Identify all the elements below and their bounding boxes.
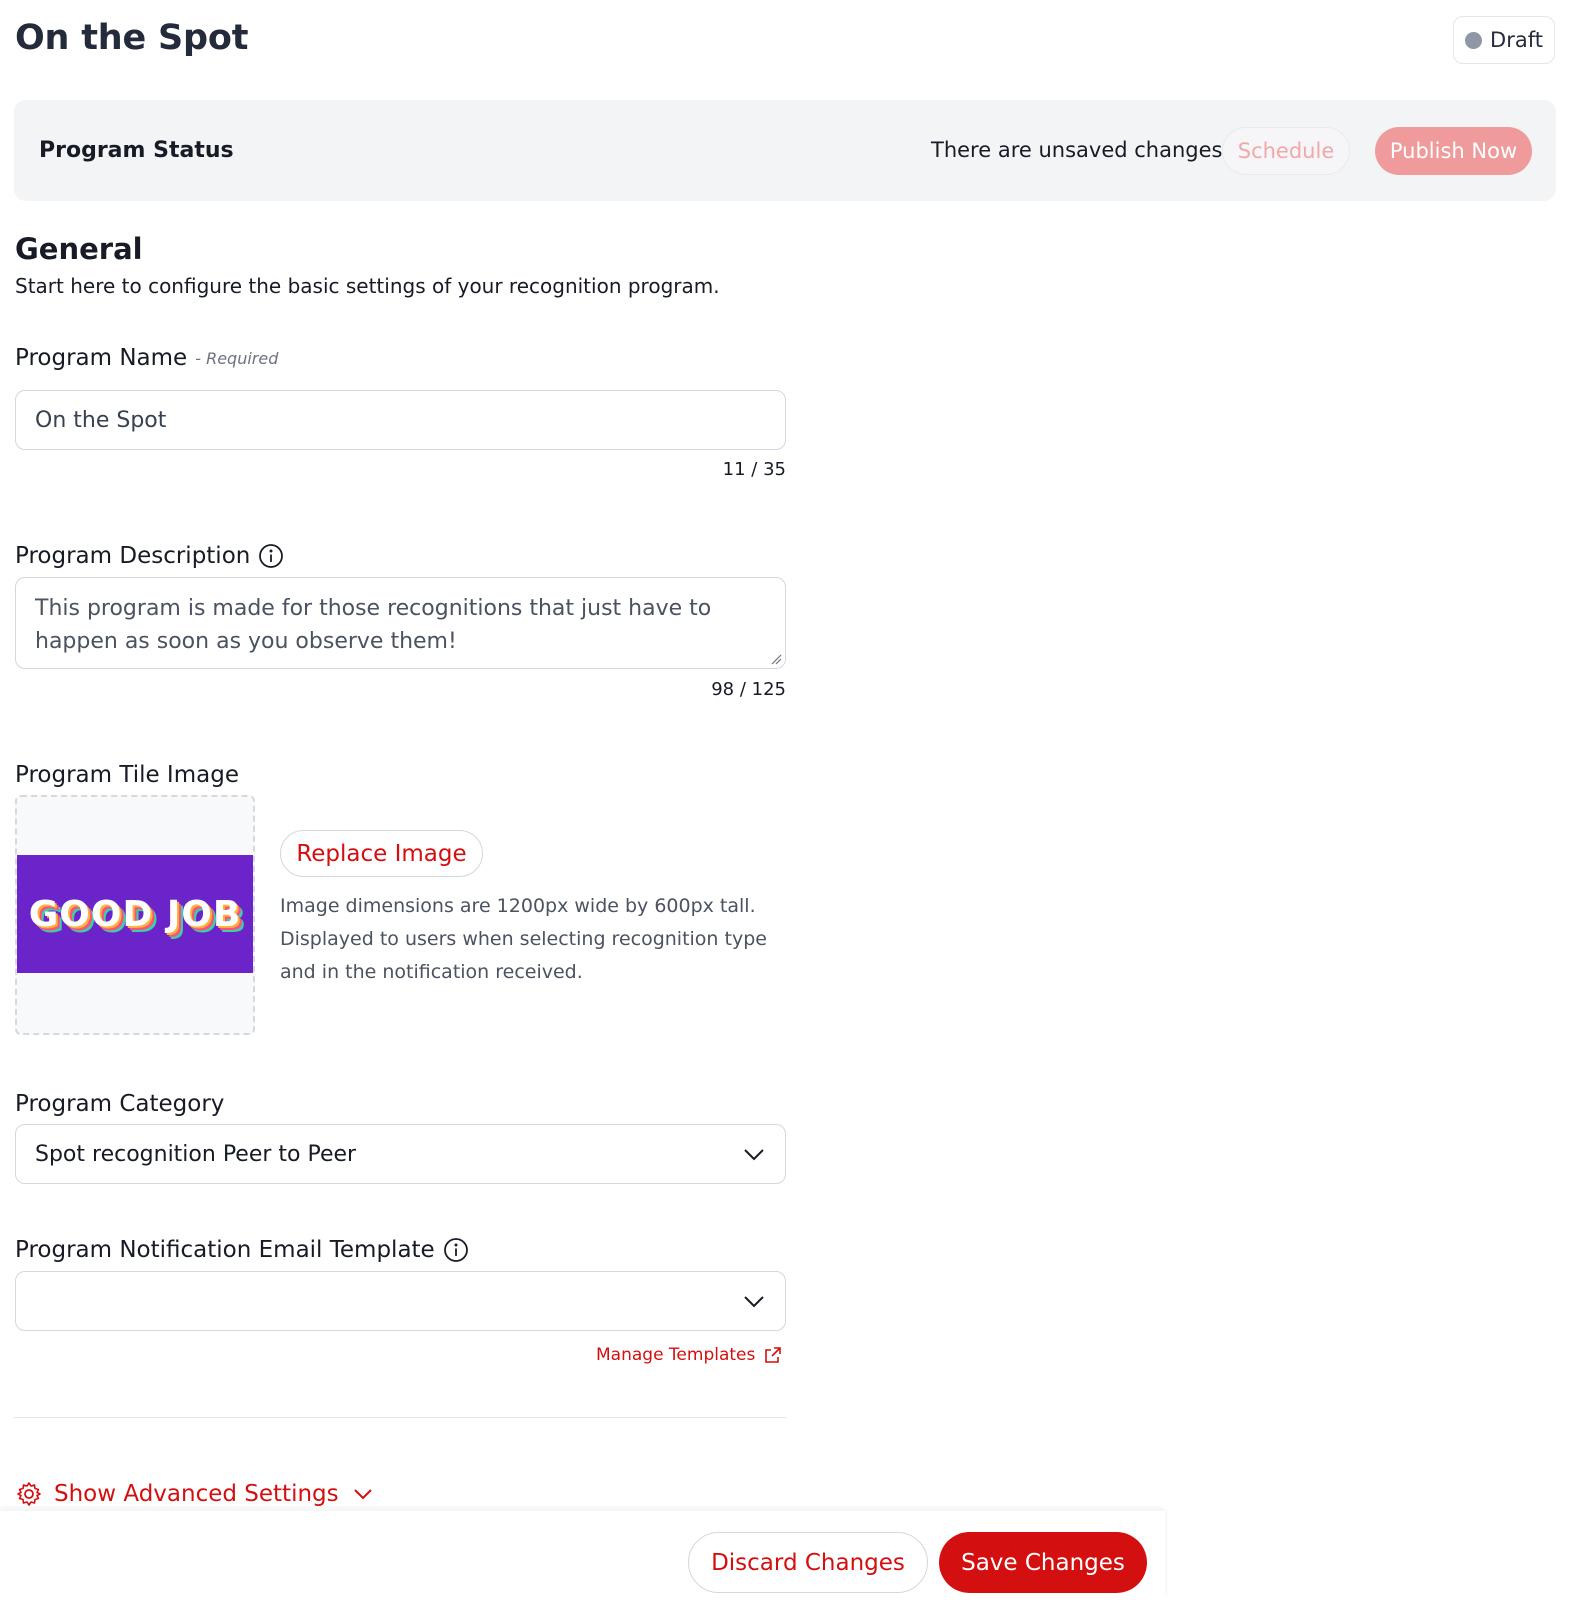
tile-image-dropzone[interactable]: GOOD JOB [15,795,255,1035]
program-category-select[interactable]: Spot recognition Peer to Peer [15,1124,786,1184]
program-name-label-text: Program Name [15,345,188,371]
email-template-label-text: Program Notification Email Template [15,1237,435,1263]
program-description-label: Program Description [15,543,284,569]
show-advanced-settings-label: Show Advanced Settings [54,1481,339,1507]
program-description-value: This program is made for those recogniti… [35,596,712,654]
save-changes-button[interactable]: Save Changes [939,1532,1147,1593]
page-title: On the Spot [15,18,249,58]
tile-help-line: Displayed to users when selecting recogn… [280,928,767,950]
gear-icon [17,1482,41,1506]
program-category-label: Program Category [15,1091,224,1117]
tile-image-text: GOOD JOB [28,893,242,935]
resize-handle-icon[interactable] [770,653,782,665]
manage-templates-link[interactable]: Manage Templates [596,1345,783,1365]
discard-changes-button[interactable]: Discard Changes [688,1532,928,1593]
email-template-select[interactable] [15,1271,786,1331]
info-icon[interactable] [258,543,284,569]
tile-image-label-text: Program Tile Image [15,762,239,788]
program-category-label-text: Program Category [15,1091,225,1117]
tile-help-line: and in the notification received. [280,961,583,983]
program-description-textarea[interactable]: This program is made for those recogniti… [15,577,786,669]
manage-templates-label: Manage Templates [596,1345,756,1365]
schedule-button[interactable]: Schedule [1222,127,1350,175]
program-status-bar: Program Status There are unsaved changes… [14,100,1556,201]
email-template-label: Program Notification Email Template [15,1237,469,1263]
program-name-counter: 11 / 35 [722,459,786,480]
info-icon[interactable] [443,1237,469,1263]
general-section-title: General [15,232,143,266]
program-description-label-text: Program Description [15,543,251,569]
tile-image-help-text: Image dimensions are 1200px wide by 600p… [280,890,780,989]
replace-image-button[interactable]: Replace Image [280,830,483,877]
program-name-value: On the Spot [35,407,167,433]
program-name-input[interactable]: On the Spot [15,390,786,450]
gray-dot-icon [1465,31,1483,49]
status-badge: Draft [1453,16,1555,64]
general-section-subtitle: Start here to configure the basic settin… [15,274,720,298]
section-divider [14,1417,786,1418]
program-settings-page: On the Spot Draft Program Status There a… [0,0,1570,1600]
program-description-counter: 98 / 125 [711,679,786,700]
tile-help-line: Image dimensions are 1200px wide by 600p… [280,895,756,917]
publish-now-button[interactable]: Publish Now [1375,127,1532,175]
chevron-down-icon [353,1489,372,1500]
status-badge-label: Draft [1490,28,1543,52]
program-category-value: Spot recognition Peer to Peer [35,1141,357,1167]
required-tag: - Required [195,348,279,368]
program-status-label: Program Status [39,138,234,163]
tile-image-preview: GOOD JOB [17,855,253,973]
unsaved-changes-message: There are unsaved changes [931,138,1223,162]
chevron-down-icon [744,1296,764,1308]
show-advanced-settings-toggle[interactable]: Show Advanced Settings [16,1481,375,1507]
external-link-icon [765,1347,782,1363]
chevron-down-icon [744,1149,764,1161]
program-name-label: Program Name - Required [15,345,278,371]
tile-image-label: Program Tile Image [15,762,239,788]
